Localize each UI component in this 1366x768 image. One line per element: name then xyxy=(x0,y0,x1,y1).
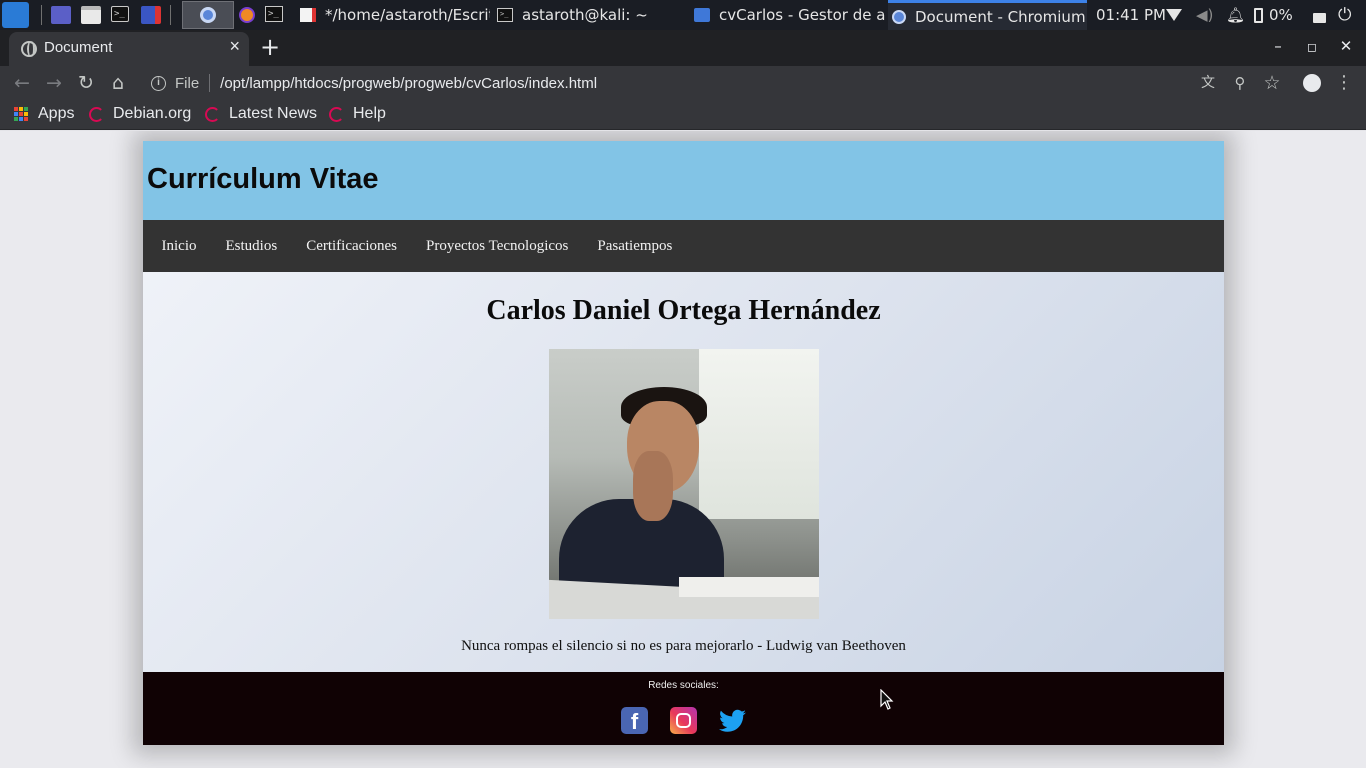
bookmark-label: Latest News xyxy=(229,105,318,122)
bookmark-label: Debian.org xyxy=(113,105,192,122)
close-window-icon[interactable]: ✕ xyxy=(1335,37,1357,55)
nav-link-proyectos[interactable]: Proyectos Tecnologicos xyxy=(411,238,582,255)
cv-footer: Redes sociales: f xyxy=(143,672,1224,745)
cv-page: Currículum Vitae Inicio Estudios Certifi… xyxy=(143,141,1224,745)
kali-menu-icon[interactable] xyxy=(2,2,29,28)
home-icon[interactable]: ⌂ xyxy=(106,71,130,95)
panel-separator xyxy=(41,5,42,25)
bookmark-apps[interactable]: Apps xyxy=(14,105,74,123)
task-label: cvCarlos - Gestor de arc... xyxy=(719,6,886,24)
bookmark-help[interactable]: Help xyxy=(329,105,386,123)
profile-photo xyxy=(548,349,819,619)
bookmark-latest-news[interactable]: Latest News xyxy=(205,105,317,123)
kebab-menu-icon[interactable]: ⋮ xyxy=(1332,71,1356,95)
maximize-icon[interactable]: ◻ xyxy=(1301,40,1323,54)
url-scheme: File xyxy=(175,74,200,92)
globe-icon xyxy=(21,41,37,57)
show-desktop-icon[interactable] xyxy=(51,6,71,24)
battery-percent: 0% xyxy=(1269,6,1293,24)
firefox-icon[interactable] xyxy=(239,7,255,23)
file-manager-launcher-icon[interactable] xyxy=(81,6,101,24)
nav-link-certificaciones[interactable]: Certificaciones xyxy=(292,238,412,255)
folder-icon xyxy=(694,8,710,22)
minimize-icon[interactable]: – xyxy=(1267,37,1289,55)
profile-avatar-icon[interactable] xyxy=(1300,71,1324,95)
person-name: Carlos Daniel Ortega Hernández xyxy=(486,295,881,326)
taskbar-item-chromium[interactable]: Document - Chromium xyxy=(888,0,1087,30)
terminal-launcher-icon[interactable]: >_ xyxy=(111,6,129,22)
page-viewport: Currículum Vitae Inicio Estudios Certifi… xyxy=(0,131,1366,768)
bookmark-label: Apps xyxy=(38,105,75,122)
footer-label: Redes sociales: xyxy=(648,680,719,691)
instagram-icon[interactable] xyxy=(670,707,697,734)
task-label: astaroth@kali: ~ xyxy=(522,6,648,24)
facebook-icon[interactable]: f xyxy=(621,707,648,734)
terminal-icon[interactable]: >_ xyxy=(265,6,283,22)
task-label: Document - Chromium xyxy=(915,7,1086,26)
clock[interactable]: 01:41 PM xyxy=(1096,0,1166,30)
quote: Nunca rompas el silencio si no es para m… xyxy=(461,638,906,654)
url-divider xyxy=(209,74,211,92)
screen-recorder-launcher-icon[interactable] xyxy=(141,6,161,24)
nav-link-inicio[interactable]: Inicio xyxy=(147,238,211,255)
social-links: f xyxy=(143,707,1224,734)
back-icon[interactable]: ← xyxy=(10,71,34,95)
volume-muted-icon[interactable]: ◀) xyxy=(1196,0,1213,30)
mouse-cursor-icon xyxy=(880,689,894,710)
address-bar[interactable]: i File /opt/lampp/htdocs/progweb/progweb… xyxy=(140,70,1300,96)
tab-title: Document xyxy=(44,39,113,56)
bookmarks-bar: Apps Debian.org Latest News Help xyxy=(0,100,1366,130)
terminal-icon: >_ xyxy=(497,8,513,22)
taskbar-item-terminal[interactable]: >_ astaroth@kali: ~ xyxy=(497,0,677,30)
chromium-icon xyxy=(200,7,216,23)
workspace-switcher[interactable] xyxy=(182,1,234,29)
cv-main: Carlos Daniel Ortega Hernández Nunca rom… xyxy=(143,272,1224,672)
wifi-icon[interactable] xyxy=(1166,9,1182,21)
taskbar-item-editor[interactable]: */home/astaroth/Escrit... xyxy=(300,0,490,30)
desktop-panel: >_ >_ */home/astaroth/Escrit... >_ astar… xyxy=(0,0,1366,30)
notification-bell-icon[interactable]: 🔔︎ xyxy=(1226,0,1245,30)
battery-icon[interactable] xyxy=(1254,7,1263,23)
cv-header: Currículum Vitae xyxy=(143,141,1224,220)
cv-nav: Inicio Estudios Certificaciones Proyecto… xyxy=(143,220,1224,272)
power-icon[interactable]: ⏻ xyxy=(1338,0,1351,30)
twitter-icon[interactable] xyxy=(719,707,746,734)
nav-link-pasatiempos[interactable]: Pasatiempos xyxy=(583,238,687,255)
debian-swirl-icon xyxy=(205,106,220,122)
debian-swirl-icon xyxy=(329,106,344,122)
text-editor-icon xyxy=(300,8,316,22)
tab-document[interactable]: Document × xyxy=(9,32,249,66)
lock-screen-icon[interactable] xyxy=(1313,12,1326,23)
forward-icon[interactable]: → xyxy=(42,71,66,95)
bookmark-label: Help xyxy=(353,105,386,122)
site-info-icon[interactable]: i xyxy=(151,75,166,91)
clock-text: 01:41 PM xyxy=(1096,6,1166,24)
taskbar-item-file-manager[interactable]: cvCarlos - Gestor de arc... xyxy=(694,0,886,30)
apps-grid-icon xyxy=(14,107,28,121)
close-tab-icon[interactable]: × xyxy=(229,36,240,57)
bookmark-debian[interactable]: Debian.org xyxy=(89,105,191,123)
panel-separator xyxy=(170,5,171,25)
task-label: */home/astaroth/Escrit... xyxy=(325,6,490,24)
chromium-icon xyxy=(892,9,906,24)
new-tab-button[interactable]: + xyxy=(260,35,280,59)
debian-swirl-icon xyxy=(89,106,104,122)
url-path[interactable]: /opt/lampp/htdocs/progweb/progweb/cvCarl… xyxy=(220,75,597,92)
reload-icon[interactable]: ↻ xyxy=(74,71,98,95)
page-title: Currículum Vitae xyxy=(147,163,379,195)
nav-link-estudios[interactable]: Estudios xyxy=(211,238,292,255)
